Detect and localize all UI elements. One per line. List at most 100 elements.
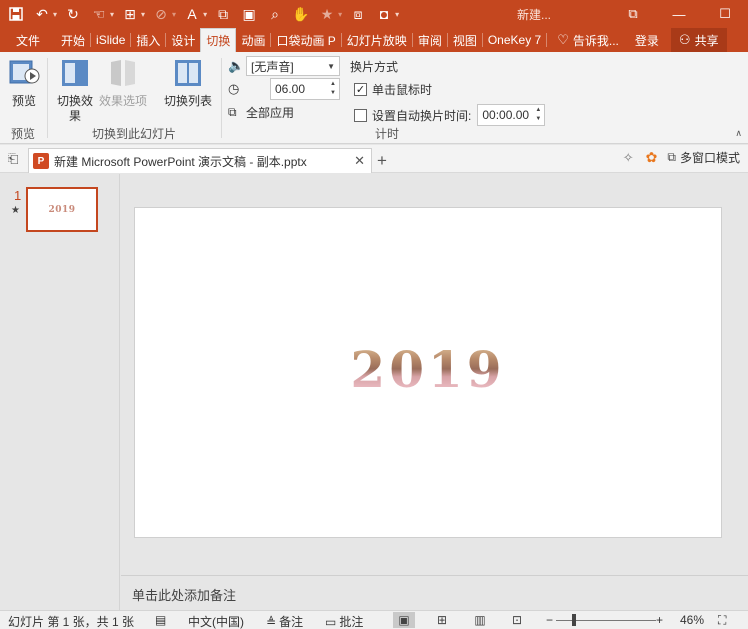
screenshot-icon[interactable]: ⧉: [213, 4, 233, 24]
preview-icon: [6, 58, 42, 92]
magic-icon[interactable]: ✧: [623, 150, 634, 166]
notes-button-label: 备注: [279, 615, 304, 629]
apply-all-button[interactable]: ⧉ 全部应用: [228, 104, 294, 121]
thumbnail-pane: 1 ★ 2019: [0, 174, 120, 610]
add-tab-icon[interactable]: +: [377, 151, 387, 171]
clock-icon: ◷: [228, 81, 240, 96]
spinner-arrows-icon[interactable]: ▲ ▼: [532, 106, 544, 124]
timing-group: 🔈 [无声音] ▼ ◷ 06.00 ▲ ▼ ⧉ 全部应用 换片方式 ✓ 单击鼠标时: [222, 52, 552, 144]
slide-thumbnail[interactable]: 2019: [26, 187, 98, 232]
preview-button[interactable]: 预览: [6, 58, 42, 109]
transition-list-button[interactable]: 切换列表: [160, 58, 216, 109]
tab-menu-icon[interactable]: ⎗: [8, 151, 18, 167]
slide-canvas[interactable]: 2019: [134, 207, 722, 538]
tab-islide[interactable]: iSlide: [91, 28, 130, 52]
slideshow-icon[interactable]: ⊡: [506, 612, 528, 628]
proofing-icon[interactable]: ▤: [155, 613, 166, 627]
title-bar: ↶ ▾ ↻ ☜ ▾ ⊞ ▾ ⊘ ▾ A ▾ ⧉ ▣ ⌕ ✋ ★ ▾ ⧈ ◘ ▾ 新建... ⧉…: [0, 0, 748, 28]
transition-group: 切换效果 效果选项 切换列表 切换到此幻灯片: [48, 52, 220, 144]
touch-dropdown-icon[interactable]: ▾: [110, 10, 114, 19]
zoom-slider-track[interactable]: [556, 620, 656, 621]
touch-icon[interactable]: ✋: [291, 4, 311, 24]
minimize-icon[interactable]: —: [656, 0, 702, 28]
tab-transitions[interactable]: 切换: [200, 28, 237, 52]
normal-view-icon[interactable]: ▣: [393, 612, 415, 628]
tab-view[interactable]: 视图: [448, 28, 482, 52]
presenter-icon[interactable]: ▣: [239, 4, 259, 24]
on-click-checkbox[interactable]: ✓: [354, 83, 367, 96]
person-icon: ⚇: [678, 32, 691, 47]
duration-spinner[interactable]: 06.00 ▲ ▼: [270, 78, 340, 100]
notes-pane[interactable]: 单击此处添加备注: [121, 575, 748, 610]
duration-value: 06.00: [275, 82, 306, 96]
thumbnail-star-icon: ★: [11, 205, 20, 216]
advance-title-label: 换片方式: [350, 60, 399, 74]
layout-icon[interactable]: ⧈: [348, 4, 368, 24]
font-color-dropdown-icon[interactable]: ▾: [203, 10, 207, 19]
on-click-checkbox-row[interactable]: ✓ 单击鼠标时: [354, 81, 432, 98]
after-time-value: 00:00.00: [482, 108, 530, 122]
tab-pocket-animation[interactable]: 口袋动画 P: [271, 28, 340, 52]
slide-title-text[interactable]: 2019: [135, 342, 721, 398]
star-dropdown-icon: ▾: [338, 9, 343, 19]
speaker-icon: 🔈: [228, 58, 245, 73]
status-bar: 幻灯片 第 1 张，共 1 张 ▤ 中文(中国) ≜ 备注 ▭ 批注 ▣ ⊞ ▥…: [0, 610, 748, 629]
restore-icon[interactable]: ⧉: [610, 0, 656, 28]
fit-to-window-icon[interactable]: ⛶: [718, 613, 726, 628]
preview-label: 预览: [11, 94, 36, 108]
video-icon[interactable]: ◘: [374, 4, 394, 24]
tell-me-box[interactable]: ♡ 告诉我...: [557, 28, 619, 52]
tell-me-label: 告诉我...: [572, 33, 619, 48]
tab-slideshow[interactable]: 幻灯片放映: [342, 28, 412, 52]
slide-sorter-icon[interactable]: ⊞: [431, 612, 453, 628]
window-title: 新建...: [517, 8, 552, 22]
after-time-row: 设置自动换片时间: 00:00.00 ▲ ▼: [354, 104, 546, 126]
thumbnail-number: 1: [14, 188, 22, 203]
font-color-icon[interactable]: A: [182, 4, 202, 24]
login-link[interactable]: 登录: [635, 28, 659, 52]
undo-dropdown-icon[interactable]: ▾: [53, 10, 57, 19]
sound-select[interactable]: [无声音] ▼: [246, 56, 340, 76]
document-tab[interactable]: P 新建 Microsoft PowerPoint 演示文稿 - 副本.pptx…: [28, 148, 372, 173]
ribbon-tabs: 文件 开始 iSlide 插入 设计 切换 动画 口袋动画 P 幻灯片放映 审阅…: [0, 28, 748, 52]
tab-onekey[interactable]: OneKey 7: [483, 28, 546, 52]
notes-button[interactable]: ≜ 备注: [266, 613, 303, 629]
new-slide-dropdown-icon[interactable]: ▾: [141, 10, 145, 19]
comments-button[interactable]: ▭ 批注: [325, 613, 363, 629]
reading-view-icon[interactable]: ▥: [469, 612, 491, 628]
comment-icon: ▭: [325, 614, 337, 629]
transition-effect-label: 切换效果: [56, 94, 93, 123]
transition-effect-button[interactable]: 切换效果: [54, 58, 96, 124]
zoom-slider-thumb[interactable]: [572, 614, 576, 626]
tab-design[interactable]: 设计: [166, 28, 200, 52]
spinner-arrows-icon[interactable]: ▲ ▼: [327, 80, 339, 98]
after-time-checkbox[interactable]: [354, 108, 367, 122]
slide-editing-area: 2019: [121, 174, 748, 575]
new-slide-icon[interactable]: ⊞: [120, 4, 140, 24]
ribbon-panel: 预览 预览 切换效果 效果选项 切换列表 切换到此幻灯片 🔈 [无声音] ▼ ◷…: [0, 52, 748, 144]
multiwindow-button[interactable]: 多窗口模式: [680, 149, 740, 166]
customize-quick-access-icon[interactable]: ▾: [395, 10, 399, 19]
settings-gear-icon[interactable]: ✿: [646, 149, 658, 166]
maximize-icon[interactable]: ☐: [702, 0, 748, 28]
tab-file[interactable]: 文件: [0, 28, 56, 52]
collapse-ribbon-icon[interactable]: ∧: [735, 128, 742, 139]
tab-insert[interactable]: 插入: [131, 28, 165, 52]
share-button[interactable]: ⚇ 共享: [670, 28, 727, 52]
tab-review[interactable]: 审阅: [413, 28, 447, 52]
disabled-dropdown-icon: ▾: [172, 9, 177, 19]
effect-options-label: 效果选项: [98, 94, 147, 108]
zoom-level[interactable]: 46%: [680, 613, 704, 627]
search-icon[interactable]: ⌕: [265, 4, 285, 24]
undo-icon[interactable]: ↶: [32, 4, 52, 24]
redo-icon[interactable]: ↻: [63, 4, 83, 24]
after-time-spinner[interactable]: 00:00.00 ▲ ▼: [477, 104, 546, 126]
zoom-in-button[interactable]: +: [656, 613, 663, 627]
language-indicator[interactable]: 中文(中国): [188, 613, 244, 629]
zoom-out-button[interactable]: −: [546, 613, 553, 627]
tab-animations[interactable]: 动画: [236, 28, 270, 52]
touch-mode-icon[interactable]: ☜: [89, 4, 109, 24]
tab-home[interactable]: 开始: [56, 28, 90, 52]
close-icon[interactable]: ✕: [354, 153, 365, 169]
save-icon[interactable]: [6, 4, 26, 24]
